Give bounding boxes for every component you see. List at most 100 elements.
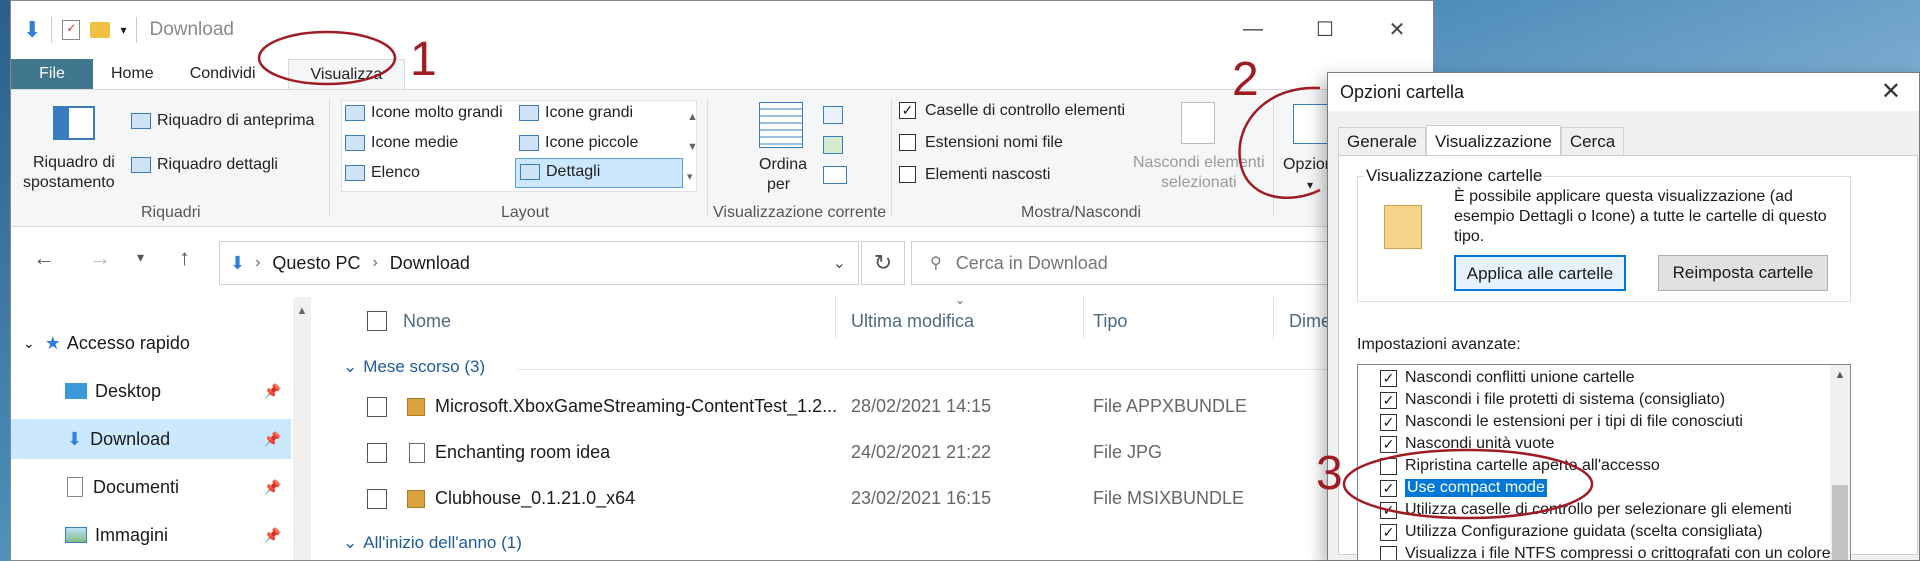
tab-view[interactable]: Visualizzazione xyxy=(1425,125,1561,157)
setting-item[interactable]: ✓ Nascondi conflitti unione cartelle xyxy=(1380,367,1634,389)
table-row[interactable]: Microsoft.XboxGameStreaming-ContentTest_… xyxy=(327,385,1427,429)
size-columns-icon[interactable] xyxy=(823,166,847,184)
setting-checkbox[interactable]: ✓ xyxy=(1380,413,1397,431)
setting-checkbox[interactable]: ✓ xyxy=(1380,479,1397,497)
row-checkbox[interactable] xyxy=(367,489,387,509)
hidden-items-toggle[interactable] xyxy=(899,166,916,183)
setting-checkbox[interactable]: ✓ xyxy=(1380,369,1397,387)
layout-large-icons[interactable]: Icone grandi xyxy=(519,104,633,122)
forward-button[interactable]: → xyxy=(89,245,111,271)
group-header-last-month[interactable]: ⌄ Mese scorso (3) xyxy=(343,357,485,377)
details-icon xyxy=(520,163,540,180)
chevron-down-icon: ⌄ xyxy=(343,533,358,552)
preview-pane-button[interactable]: Riquadro di anteprima xyxy=(131,112,314,130)
layout-extra-large-icons[interactable]: Icone molto grandi xyxy=(345,104,503,122)
ribbon-divider xyxy=(707,98,708,216)
pin-icon[interactable]: 📌 xyxy=(264,527,281,544)
row-checkbox[interactable] xyxy=(367,397,387,417)
setting-checkbox[interactable]: ✓ xyxy=(1380,391,1397,409)
scroll-up-icon[interactable]: ▲ xyxy=(293,297,311,317)
setting-checkbox[interactable]: ✓ xyxy=(1380,523,1397,541)
search-box[interactable]: ⚲ Cerca in Download xyxy=(911,241,1331,285)
setting-item[interactable]: ✓ Utilizza Configurazione guidata (scelta… xyxy=(1380,521,1763,543)
sidebar-item-pictures[interactable]: Immagini 📌 xyxy=(11,515,291,555)
minimize-button[interactable]: — xyxy=(1217,1,1289,57)
breadcrumb-download[interactable]: Download xyxy=(390,253,470,274)
properties-icon[interactable]: ✓ xyxy=(62,20,81,40)
table-row[interactable]: Clubhouse_0.1.21.0_x64 23/02/2021 16:15 … xyxy=(327,477,1427,521)
layout-gallery-scroll[interactable]: ▲ ▼ ▾ xyxy=(687,102,698,192)
layout-small-icons[interactable]: Icone piccole xyxy=(519,134,638,152)
select-all-checkbox[interactable] xyxy=(367,311,387,331)
layout-medium-icons[interactable]: Icone medie xyxy=(345,134,458,152)
setting-checkbox[interactable]: ✓ xyxy=(1380,435,1397,453)
item-checkboxes-toggle[interactable]: ✓ xyxy=(899,102,916,119)
sort-by-button-line2[interactable]: per xyxy=(767,176,790,194)
up-button[interactable]: ↑ xyxy=(179,245,190,271)
tab-share[interactable]: Condividi xyxy=(172,59,274,89)
scroll-up-icon[interactable]: ▲ xyxy=(1830,365,1850,381)
hide-selected-button[interactable]: Nascondi elementi xyxy=(1133,154,1265,172)
sort-by-button[interactable]: Ordina xyxy=(759,156,807,174)
setting-item[interactable]: ✓ Utilizza caselle di controllo per selez… xyxy=(1380,499,1792,521)
add-columns-icon[interactable] xyxy=(823,136,843,154)
settings-scrollbar[interactable]: ▲ xyxy=(1830,365,1850,560)
tab-file[interactable]: File xyxy=(11,59,93,89)
refresh-button[interactable]: ↻ xyxy=(861,241,905,285)
apply-to-folders-button[interactable]: Applica alle cartelle xyxy=(1454,255,1626,291)
setting-item-compact-mode[interactable]: ✓ Use compact mode xyxy=(1380,477,1547,499)
setting-item[interactable]: ✓ Nascondi unità vuote xyxy=(1380,433,1554,455)
nav-pane-button-line2[interactable]: spostamento xyxy=(23,174,115,192)
row-checkbox[interactable] xyxy=(367,443,387,463)
reset-folders-button[interactable]: Reimposta cartelle xyxy=(1658,255,1828,291)
tab-home[interactable]: Home xyxy=(93,59,172,89)
layout-details[interactable]: Dettagli xyxy=(515,158,683,188)
breadcrumb-this-pc[interactable]: Questo PC xyxy=(272,253,360,274)
pin-icon[interactable]: 📌 xyxy=(264,431,281,448)
options-dropdown-icon[interactable]: ▾ xyxy=(1307,178,1313,192)
qat-customize-icon[interactable]: ▾ xyxy=(120,23,126,37)
setting-checkbox[interactable] xyxy=(1380,457,1397,475)
chevron-down-icon: ⌄ xyxy=(23,334,35,351)
table-row[interactable]: Enchanting room idea 24/02/2021 21:22 Fi… xyxy=(327,431,1427,475)
setting-item[interactable]: ✓ Nascondi le estensioni per i tipi di fi… xyxy=(1380,411,1743,433)
close-icon[interactable]: ✕ xyxy=(1881,77,1901,106)
column-header-type[interactable]: Tipo xyxy=(1093,311,1127,332)
maximize-button[interactable]: ☐ xyxy=(1289,1,1361,57)
setting-item[interactable]: Visualizza i file NTFS compressi o critt… xyxy=(1380,543,1831,560)
scroll-thumb[interactable] xyxy=(1832,485,1848,560)
tab-view[interactable]: Visualizza xyxy=(287,59,406,89)
sidebar-item-desktop[interactable]: Desktop 📌 xyxy=(11,371,291,411)
setting-item[interactable]: ✓ Nascondi i file protetti di sistema (co… xyxy=(1380,389,1725,411)
hide-selected-button-line2[interactable]: selezionati xyxy=(1161,174,1237,192)
group-by-icon[interactable] xyxy=(823,106,843,124)
setting-checkbox[interactable]: ✓ xyxy=(1380,501,1397,519)
layout-list[interactable]: Elenco xyxy=(345,164,420,182)
pin-icon[interactable]: 📌 xyxy=(264,479,281,496)
setting-checkbox[interactable] xyxy=(1380,545,1397,560)
nav-pane-button[interactable]: Riquadro di xyxy=(33,154,115,172)
column-header-date-modified[interactable]: Ultima modifica xyxy=(851,311,974,332)
tab-search[interactable]: Cerca xyxy=(1560,127,1625,155)
breadcrumb-separator: › xyxy=(255,254,261,271)
pin-icon[interactable]: 📌 xyxy=(264,383,281,400)
column-header-size[interactable]: Dime xyxy=(1289,311,1331,332)
sidebar-item-quick-access[interactable]: ⌄ ★ Accesso rapido xyxy=(11,323,291,363)
new-folder-icon[interactable] xyxy=(90,22,111,38)
sidebar-item-download[interactable]: ⬇ Download 📌 xyxy=(11,419,291,459)
folder-views-legend: Visualizzazione cartelle xyxy=(1364,166,1545,186)
sidebar-scrollbar[interactable]: ▲ xyxy=(293,297,311,560)
close-button[interactable]: ✕ xyxy=(1361,1,1433,57)
details-pane-button[interactable]: Riquadro dettagli xyxy=(131,156,278,174)
address-bar[interactable]: ⬇ › Questo PC › Download ⌄ xyxy=(219,241,859,285)
sidebar-item-documents[interactable]: Documenti 📌 xyxy=(11,467,291,507)
address-dropdown-icon[interactable]: ⌄ xyxy=(833,253,846,273)
recent-locations-dropdown[interactable]: ▾ xyxy=(137,249,144,266)
group-header-start-of-year[interactable]: ⌄ All'inizio dell'anno (1) xyxy=(343,533,522,553)
advanced-settings-list[interactable]: ✓ Nascondi conflitti unione cartelle ✓ Nas… xyxy=(1357,364,1851,560)
setting-item[interactable]: Ripristina cartelle aperte all'accesso xyxy=(1380,455,1660,477)
file-extensions-toggle[interactable] xyxy=(899,134,916,151)
column-header-name[interactable]: Nome xyxy=(403,311,451,332)
back-button[interactable]: ← xyxy=(33,245,55,271)
tab-general[interactable]: Generale xyxy=(1338,127,1426,155)
